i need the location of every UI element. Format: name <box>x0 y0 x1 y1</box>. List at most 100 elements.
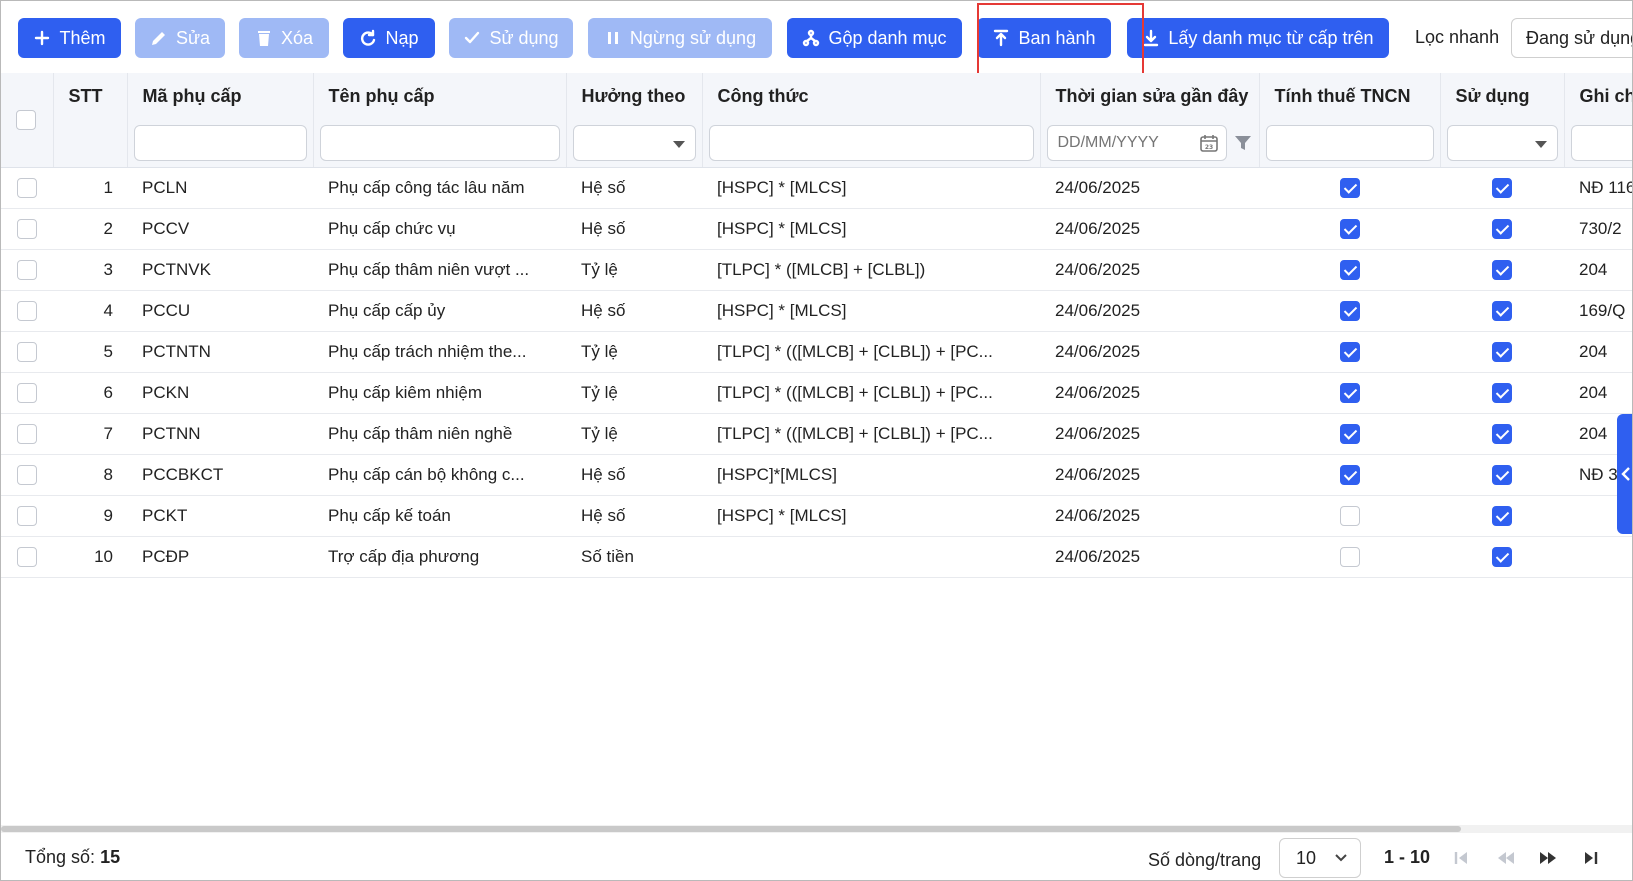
tax-checkbox[interactable] <box>1339 300 1360 321</box>
filter-code-cell <box>127 119 314 168</box>
edit-button[interactable]: Sửa <box>135 18 225 58</box>
filter-tax-input[interactable] <box>1265 124 1434 161</box>
row-select-checkbox[interactable] <box>17 464 37 485</box>
table-row[interactable]: 2 PCCV Phụ cấp chức vụ Hệ số [HSPC] * [MLCS]… <box>1 208 1632 250</box>
cell-modified: 24/06/2025 <box>1040 208 1259 250</box>
used-checkbox[interactable] <box>1492 382 1512 403</box>
col-used[interactable]: Sử dụng <box>1440 73 1565 119</box>
col-note[interactable]: Ghi chú <box>1564 73 1632 119</box>
total-value: 15 <box>100 847 121 867</box>
quick-filter-label: Lọc nhanh <box>1415 27 1500 47</box>
used-checkbox[interactable] <box>1492 505 1512 526</box>
col-tax[interactable]: Tính thuế TNCN <box>1259 73 1441 119</box>
filter-formula-input[interactable] <box>708 124 1034 161</box>
row-select-checkbox[interactable] <box>17 382 37 403</box>
cell-modified: 24/06/2025 <box>1040 331 1259 373</box>
tax-checkbox[interactable] <box>1339 546 1360 567</box>
table-row[interactable]: 3 PCTNVK Phụ cấp thâm niên vượt ... Tỷ lệ [T… <box>1 249 1632 291</box>
tax-checkbox[interactable] <box>1339 177 1360 198</box>
pause-icon <box>607 32 618 44</box>
cell-modified: 24/06/2025 <box>1040 536 1259 578</box>
used-checkbox[interactable] <box>1492 259 1512 280</box>
cell-modified: 24/06/2025 <box>1040 413 1259 455</box>
cell-name: Phụ cấp kiêm nhiệm <box>313 372 566 414</box>
merge-category-button[interactable]: Gộp danh mục <box>787 18 962 58</box>
row-select-checkbox[interactable] <box>17 341 37 362</box>
last-page-button[interactable] <box>1582 849 1600 867</box>
used-checkbox[interactable] <box>1492 218 1512 239</box>
stop-using-button[interactable]: Ngừng sử dụng <box>588 18 772 58</box>
quick-filter-select[interactable]: Đang sử dụng <box>1511 18 1632 58</box>
row-select-checkbox[interactable] <box>17 423 37 444</box>
cell-formula: [HSPC] * [MLCS] <box>702 167 1040 209</box>
filter-note-input[interactable] <box>1570 124 1632 161</box>
filter-basis-select[interactable] <box>572 124 696 161</box>
row-select-cell <box>1 454 53 496</box>
add-button[interactable]: Thêm <box>18 18 121 58</box>
table-row[interactable]: 4 PCCU Phụ cấp cấp ủy Hệ số [HSPC] * [MLCS] 2… <box>1 290 1632 332</box>
tax-checkbox[interactable] <box>1339 259 1360 280</box>
row-select-checkbox[interactable] <box>17 177 37 198</box>
cell-formula <box>702 536 1040 578</box>
row-select-checkbox[interactable] <box>17 259 37 280</box>
col-formula[interactable]: Công thức <box>702 73 1041 119</box>
issue-button[interactable]: Ban hành <box>977 18 1111 58</box>
next-page-button[interactable] <box>1539 849 1557 867</box>
col-code[interactable]: Mã phụ cấp <box>127 73 314 119</box>
cell-tax <box>1259 208 1440 250</box>
used-checkbox[interactable] <box>1492 341 1512 362</box>
use-button[interactable]: Sử dụng <box>449 18 573 58</box>
filter-used-select[interactable] <box>1446 124 1558 161</box>
cell-used <box>1440 167 1564 209</box>
row-select-checkbox[interactable] <box>17 300 37 321</box>
cell-code: PCLN <box>127 167 313 209</box>
side-panel-toggle[interactable] <box>1617 414 1632 534</box>
col-stt[interactable]: STT <box>53 73 128 119</box>
tax-checkbox[interactable] <box>1339 382 1360 403</box>
reload-button[interactable]: Nạp <box>343 18 435 58</box>
filter-code-input[interactable] <box>133 124 307 161</box>
filter-funnel-icon[interactable] <box>1233 133 1253 153</box>
table-row[interactable]: 9 PCKT Phụ cấp kế toán Hệ số [HSPC] * [MLCS]… <box>1 495 1632 537</box>
table-row[interactable]: 6 PCKN Phụ cấp kiêm nhiệm Tỷ lệ [TLPC] * (([… <box>1 372 1632 414</box>
col-name[interactable]: Tên phụ cấp <box>313 73 567 119</box>
cell-tax <box>1259 372 1440 414</box>
issue-button-label: Ban hành <box>1018 27 1096 48</box>
col-basis[interactable]: Hưởng theo <box>566 73 703 119</box>
calendar-icon[interactable]: 23 <box>1199 133 1219 153</box>
filter-note-cell <box>1564 119 1632 168</box>
download-icon <box>1144 29 1159 47</box>
table-row[interactable]: 1 PCLN Phụ cấp công tác lâu năm Hệ số [HSPC]… <box>1 167 1632 209</box>
col-modified[interactable]: Thời gian sửa gần đây <box>1040 73 1260 119</box>
table-row[interactable]: 7 PCTNN Phụ cấp thâm niên nghề Tỷ lệ [TLPC] … <box>1 413 1632 455</box>
cell-note: 169/Q <box>1564 290 1632 332</box>
row-select-cell <box>1 536 53 578</box>
select-all-checkbox[interactable] <box>16 110 36 131</box>
row-select-checkbox[interactable] <box>17 546 37 567</box>
horizontal-scrollbar[interactable] <box>1 825 1632 833</box>
used-checkbox[interactable] <box>1492 300 1512 321</box>
prev-page-button[interactable] <box>1497 849 1515 867</box>
scrollbar-thumb[interactable] <box>1 826 1461 832</box>
rows-per-page-select[interactable]: 10 <box>1279 838 1361 878</box>
used-checkbox[interactable] <box>1492 546 1512 567</box>
tax-checkbox[interactable] <box>1339 341 1360 362</box>
tax-checkbox[interactable] <box>1339 505 1360 526</box>
table-row[interactable]: 8 PCCBKCT Phụ cấp cán bộ không c... Hệ số [H… <box>1 454 1632 496</box>
tax-checkbox[interactable] <box>1339 423 1360 444</box>
used-checkbox[interactable] <box>1492 423 1512 444</box>
used-checkbox[interactable] <box>1492 464 1512 485</box>
row-select-checkbox[interactable] <box>17 505 37 526</box>
fetch-from-parent-button[interactable]: Lấy danh mục từ cấp trên <box>1127 18 1389 58</box>
tax-checkbox[interactable] <box>1339 218 1360 239</box>
select-all-cell <box>1 73 54 168</box>
used-checkbox[interactable] <box>1492 177 1512 198</box>
first-page-button[interactable] <box>1452 849 1470 867</box>
cell-formula: [HSPC] * [MLCS] <box>702 290 1040 332</box>
table-row[interactable]: 5 PCTNTN Phụ cấp trách nhiệm the... Tỷ lệ [T… <box>1 331 1632 373</box>
table-row[interactable]: 10 PCĐP Trợ cấp địa phương Số tiền 24/06/202… <box>1 536 1632 578</box>
tax-checkbox[interactable] <box>1339 464 1360 485</box>
delete-button[interactable]: Xóa <box>239 18 329 58</box>
row-select-checkbox[interactable] <box>17 218 37 239</box>
filter-name-input[interactable] <box>319 124 560 161</box>
